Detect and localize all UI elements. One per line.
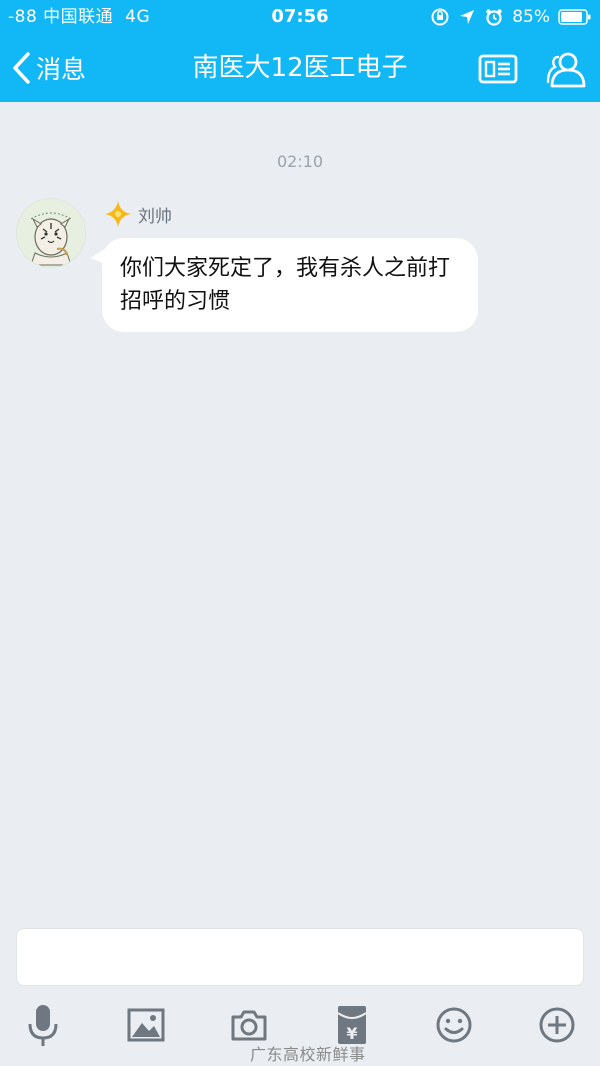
message-bubble[interactable]: 你们大家死定了，我有杀人之前打招呼的习惯 (90, 238, 478, 332)
status-indicators: 85% (430, 0, 592, 34)
image-icon (127, 1008, 165, 1042)
message-input[interactable] (16, 928, 584, 986)
group-members-icon[interactable] (544, 50, 588, 88)
alarm-icon (486, 9, 502, 26)
battery-icon (558, 9, 591, 25)
image-button[interactable] (124, 1002, 168, 1048)
more-button[interactable] (535, 1002, 579, 1048)
camera-icon (231, 1010, 267, 1041)
member-level-star-icon (105, 201, 131, 227)
microphone-icon (28, 1005, 58, 1046)
chat-area[interactable]: 02:10 刘帅 你们大家死定了，我有杀人之前打招呼的习惯 (0, 102, 600, 916)
emoji-icon (436, 1007, 472, 1043)
tiger-avatar-image (17, 199, 85, 267)
sender-name: 刘帅 (138, 206, 172, 227)
orientation-lock-icon (431, 8, 449, 26)
status-bar: -88 中国联通 4G 07:56 85% (0, 0, 600, 34)
plus-icon (539, 1007, 575, 1043)
battery-percent: 85% (512, 7, 550, 27)
sender-info: 刘帅 (104, 200, 172, 228)
group-profile-card-icon[interactable] (476, 50, 520, 88)
nav-actions (476, 50, 588, 88)
nav-bar: 消息 南医大12医工电子 (0, 34, 600, 102)
avatar[interactable] (16, 198, 86, 268)
message-text: 你们大家死定了，我有杀人之前打招呼的习惯 (120, 256, 451, 314)
emoji-button[interactable] (432, 1002, 476, 1048)
bubble-tail (90, 248, 106, 264)
message-timestamp: 02:10 (276, 152, 324, 171)
voice-button[interactable] (21, 1002, 65, 1048)
watermark: 广东高校新鲜事 (250, 1045, 366, 1064)
location-arrow-icon (460, 10, 475, 24)
header: -88 中国联通 4G 07:56 85% 消息 南医大12医工电子 (0, 0, 600, 102)
